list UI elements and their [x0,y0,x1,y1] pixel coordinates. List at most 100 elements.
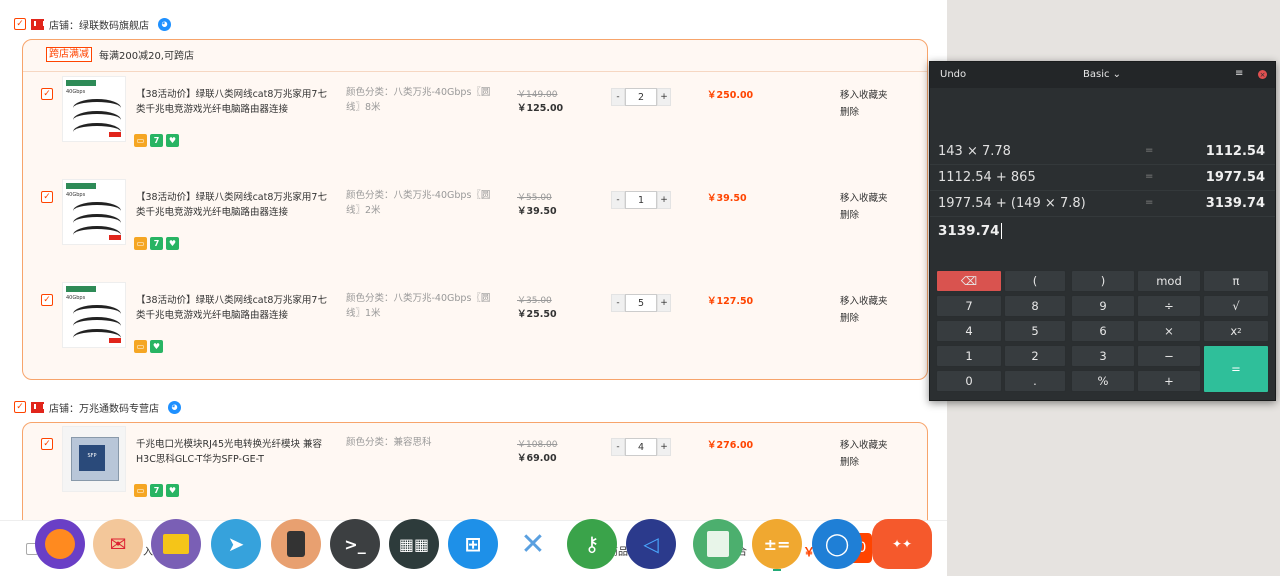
digit-8-button[interactable]: 8 [1004,295,1066,317]
mode-selector[interactable]: Basic ⌄ [1083,69,1121,80]
qty-minus-button[interactable]: - [611,191,625,209]
history-row[interactable]: 143 × 7.78 = 1112.54 [930,140,1275,165]
digit-9-button[interactable]: 9 [1071,295,1135,317]
delete-link[interactable]: 删除 [840,104,888,121]
shop-checkbox[interactable]: ✓ [14,401,26,413]
history-row[interactable]: 1977.54 + (149 × 7.8) = 3139.74 [930,192,1275,217]
move-to-favorites-link[interactable]: 移入收藏夹 [840,293,888,310]
calculator-titlebar: Undo Basic ⌄ ≡ × [930,62,1275,88]
telegram-icon[interactable]: ➤ [211,519,261,569]
sqrt-button[interactable]: √ [1203,295,1269,317]
product-title[interactable]: 【38活动价】绿联八类网线cat8万兆家用7七类千兆电竞游戏光纤电脑路由器连接 [136,293,331,323]
firefox-icon[interactable] [35,519,85,569]
qty-minus-button[interactable]: - [611,88,625,106]
delete-link[interactable]: 删除 [840,310,888,327]
history-result: 3139.74 [1205,196,1265,211]
current-price: ￥125.00 [517,103,564,114]
equals-button[interactable]: = [1203,345,1269,393]
qty-input[interactable]: 2 [625,88,657,106]
product-thumbnail[interactable]: 40Gbps [62,282,126,348]
delete-link[interactable]: 删除 [840,454,888,471]
spreadsheet-icon[interactable] [693,519,743,569]
calculator-icon[interactable]: ±= [752,519,802,569]
backspace-button[interactable]: ⌫ [936,270,1002,292]
qty-input[interactable]: 5 [625,294,657,312]
item-checkbox[interactable]: ✓ [41,88,53,100]
x-icon[interactable]: ✕ [508,519,558,569]
item-checkbox[interactable]: ✓ [41,294,53,306]
menu-icon[interactable]: ≡ [1235,68,1243,79]
terminal-icon[interactable]: >_ [330,519,380,569]
product-thumbnail[interactable]: 40Gbps [62,76,126,142]
add-button[interactable]: + [1137,370,1201,392]
move-to-favorites-link[interactable]: 移入收藏夹 [840,437,888,454]
workspaces-icon[interactable]: ▦▦ [389,519,439,569]
shop-checkbox[interactable]: ✓ [14,18,26,30]
decimal-button[interactable]: . [1004,370,1066,392]
mod-button[interactable]: mod [1137,270,1201,292]
product-title[interactable]: 【38活动价】绿联八类网线cat8万兆家用7七类千兆电竞游戏光纤电脑路由器连接 [136,190,331,220]
history-row[interactable]: 1112.54 + 865 = 1977.54 [930,166,1275,191]
vscode-icon[interactable]: ◁ [626,519,676,569]
messages-icon[interactable]: ◯ [812,519,862,569]
qty-plus-button[interactable]: + [657,88,671,106]
service-badges: ▭ 7 ♥ [134,484,179,497]
item-subtotal: ￥250.00 [707,90,754,101]
windows-icon[interactable]: ⊞ [448,519,498,569]
qty-plus-button[interactable]: + [657,438,671,456]
move-to-favorites-link[interactable]: 移入收藏夹 [840,190,888,207]
digit-7-button[interactable]: 7 [936,295,1002,317]
digit-6-button[interactable]: 6 [1071,320,1135,342]
item-checkbox[interactable]: ✓ [41,438,53,450]
store-icon[interactable]: ✦✦ [872,519,932,569]
percent-button[interactable]: % [1071,370,1135,392]
wangwang-chat-icon[interactable]: ◕ [168,400,181,414]
qty-input[interactable]: 1 [625,191,657,209]
expression-input[interactable]: 3139.74 [938,223,1002,239]
qty-minus-button[interactable]: - [611,438,625,456]
item-checkbox[interactable]: ✓ [41,191,53,203]
files-icon[interactable] [151,519,201,569]
product-thumbnail[interactable]: 40Gbps [62,179,126,245]
delete-link[interactable]: 删除 [840,207,888,224]
digit-3-button[interactable]: 3 [1071,345,1135,367]
mail-icon[interactable]: ✉ [93,519,143,569]
wangwang-chat-icon[interactable]: ◕ [158,17,171,31]
qty-minus-button[interactable]: - [611,294,625,312]
close-icon[interactable]: × [1258,70,1267,79]
item-ops: 移入收藏夹 删除 [840,293,888,327]
left-paren-button[interactable]: ( [1004,270,1066,292]
product-title[interactable]: 【38活动价】绿联八类网线cat8万兆家用7七类千兆电竞游戏光纤电脑路由器连接 [136,87,331,117]
digit-4-button[interactable]: 4 [936,320,1002,342]
product-thumbnail[interactable]: SFP [62,426,126,492]
digit-0-button[interactable]: 0 [936,370,1002,392]
digit-5-button[interactable]: 5 [1004,320,1066,342]
shop-name[interactable]: 店铺：绿联数码旗舰店 [49,17,149,32]
product-spec[interactable]: 颜色分类：八类万兆-40Gbps〖圆线〗2米 [346,188,496,218]
multiply-button[interactable]: × [1137,320,1201,342]
product-title[interactable]: 千兆电口光模块RJ45光电转换光纤模块 兼容H3C思科GLC-T华为SFP-GE… [136,437,331,467]
subtract-button[interactable]: − [1137,345,1201,367]
item-subtotal: ￥127.50 [707,296,754,307]
divide-button[interactable]: ÷ [1137,295,1201,317]
move-to-favorites-link[interactable]: 移入收藏夹 [840,87,888,104]
qty-input[interactable]: 4 [625,438,657,456]
right-paren-button[interactable]: ) [1071,270,1135,292]
seven-day-return-icon: 7 [150,237,163,250]
undo-button[interactable]: Undo [940,69,966,80]
item-ops: 移入收藏夹 删除 [840,437,888,471]
digit-1-button[interactable]: 1 [936,345,1002,367]
music-icon[interactable] [271,519,321,569]
product-spec[interactable]: 颜色分类：八类万兆-40Gbps〖圆线〗1米 [346,291,496,321]
square-button[interactable]: x2 [1203,320,1269,342]
product-spec[interactable]: 颜色分类：八类万兆-40Gbps〖圆线〗8米 [346,85,496,115]
qty-plus-button[interactable]: + [657,191,671,209]
cart-item: ✓ 40Gbps ▭ 7 ♥ 【38活动价】绿联八类网线cat8万兆家用7七类千… [23,175,927,265]
keys-icon[interactable]: ⚷ [567,519,617,569]
digit-2-button[interactable]: 2 [1004,345,1066,367]
shop-name[interactable]: 店铺：万兆通数码专营店 [49,400,159,415]
qty-plus-button[interactable]: + [657,294,671,312]
original-price: ￥108.00 [517,440,558,450]
product-spec[interactable]: 颜色分类：兼容思科 [346,435,496,450]
pi-button[interactable]: π [1203,270,1269,292]
